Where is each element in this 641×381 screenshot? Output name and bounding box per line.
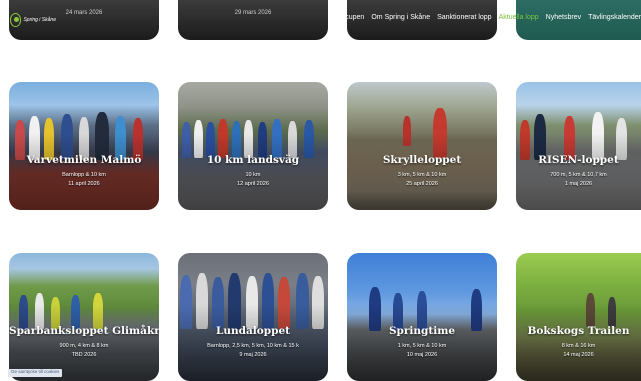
event-distances: Barnlopp, 2,5 km, 5 km, 10 km & 15 k [207, 343, 299, 349]
site-logo[interactable]: Spring i Skåne [10, 12, 56, 28]
navbar: Spring i Skåne Trailcupen Om Spring i Sk… [0, 0, 641, 40]
event-card-risen-loppet[interactable]: RISEN-loppet 700 m, 5 km & 10,7 km 1 maj… [516, 82, 641, 210]
event-card-varvetmilen-malmo[interactable]: Varvetmilen Malmö Barnlopp & 10 km 11 ap… [9, 82, 159, 210]
event-distances: 8 km & 16 km [561, 343, 596, 349]
event-date: 12 april 2026 [237, 181, 269, 187]
nav-item-sanktionerat-lopp[interactable]: Sanktionerat lopp [437, 14, 491, 21]
nav-item-nyhetsbrev[interactable]: Nyhetsbrev [546, 14, 581, 21]
event-title: RISEN-loppet [538, 154, 619, 166]
event-card-springtime[interactable]: Springtime 1 km, 5 km & 10 km 10 maj 202… [347, 253, 497, 381]
event-title: Sparbanksloppet Glimåkra [9, 325, 159, 337]
nav-item-aktuella-lopp[interactable]: Aktuella lopp [499, 14, 539, 21]
nav-item-trailcupen[interactable]: Trailcupen [332, 14, 364, 21]
event-title: Bokskogs Trailen [527, 325, 630, 337]
cookie-consent-link[interactable]: Ge samtycke till cookies [8, 369, 63, 377]
event-title: Varvetmilen Malmö [26, 154, 142, 166]
event-distances: 3 km, 5 km & 10 km [397, 172, 447, 178]
event-card-skrylleloppet[interactable]: Skrylleloppet 3 km, 5 km & 10 km 25 apri… [347, 82, 497, 210]
event-distances: 1 km, 5 km & 10 km [397, 343, 447, 349]
logo-text: Spring i Skåne [23, 17, 56, 23]
event-date: 25 april 2026 [406, 181, 438, 187]
event-distances: Barnlopp & 10 km [62, 172, 106, 178]
event-distances: 10 km [245, 172, 261, 178]
event-title: Springtime [388, 325, 456, 337]
nav-item-tavlingskalender[interactable]: Tävlingskalender [588, 14, 641, 21]
event-date: 11 april 2026 [68, 181, 100, 187]
event-date: 10 maj 2026 [406, 352, 438, 358]
event-date: 14 maj 2026 [563, 352, 594, 358]
site-header: 24 mars 2026 29 mars 2026 Spring i Skåne… [0, 0, 641, 40]
event-date: TBD 2026 [71, 352, 97, 358]
nav-item-om-spring-i-skane[interactable]: Om Spring i Skåne [371, 14, 430, 21]
event-title: Lundaloppet [215, 325, 290, 337]
event-card-10-km-landsvag[interactable]: 10 km landsväg 10 km 12 april 2026 [178, 82, 328, 210]
event-date: 1 maj 2026 [564, 181, 593, 187]
event-card-bokskogs-trailen[interactable]: Bokskogs Trailen 8 km & 16 km 14 maj 202… [516, 253, 641, 381]
event-date: 9 maj 2026 [239, 352, 267, 358]
event-card-sparbanksloppet-glimakra[interactable]: Sparbanksloppet Glimåkra 900 m, 4 km & 8… [9, 253, 159, 381]
event-distances: 900 m, 4 km & 8 km [59, 343, 109, 349]
event-title: 10 km landsväg [206, 154, 300, 166]
event-title: Skrylleloppet [382, 154, 462, 166]
event-card-lundaloppet[interactable]: Lundaloppet Barnlopp, 2,5 km, 5 km, 10 k… [178, 253, 328, 381]
event-distances: 700 m, 5 km & 10,7 km [550, 172, 607, 178]
runner-logo-icon [10, 13, 22, 27]
main-nav: Trailcupen Om Spring i Skåne Sanktionera… [332, 14, 641, 21]
